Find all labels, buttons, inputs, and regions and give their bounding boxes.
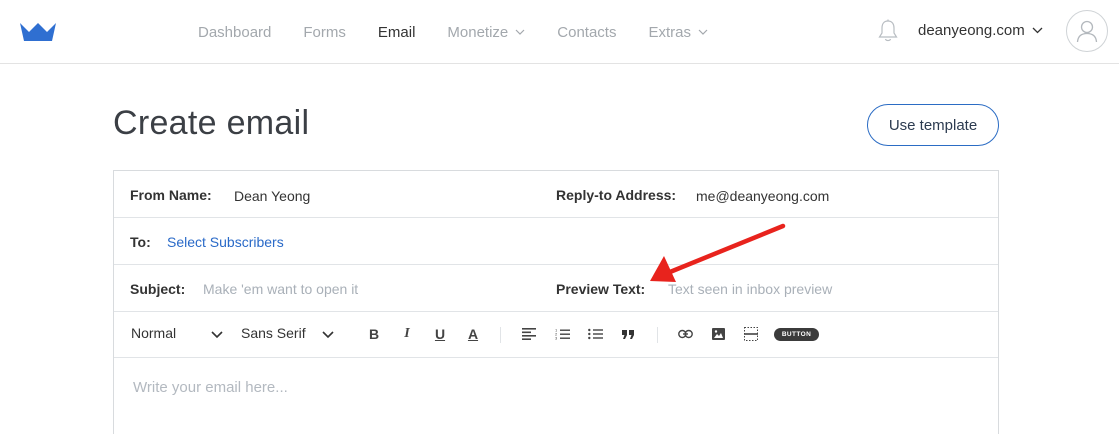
nav-contacts-label: Contacts xyxy=(557,23,617,41)
reply-to-value[interactable]: me@deanyeong.com xyxy=(696,188,829,204)
bold-button[interactable]: B xyxy=(364,324,384,344)
crown-logo-icon[interactable] xyxy=(19,21,57,43)
preview-text-input[interactable] xyxy=(668,279,968,299)
subject-row: Subject: Preview Text: xyxy=(114,265,998,312)
nav-email[interactable]: Email xyxy=(378,24,416,41)
text-color-button[interactable]: A xyxy=(463,324,483,344)
align-left-icon xyxy=(522,328,536,340)
nav-dashboard[interactable]: Dashboard xyxy=(198,24,271,41)
format-select[interactable]: Normal xyxy=(131,325,223,341)
nav-forms-label: Forms xyxy=(303,23,346,41)
sender-row: From Name: Dean Yeong Reply-to Address: … xyxy=(114,171,998,218)
insert-image-button[interactable] xyxy=(708,324,728,344)
chevron-down-icon xyxy=(698,29,708,35)
insert-divider-button[interactable] xyxy=(741,324,761,344)
image-icon xyxy=(711,328,725,340)
to-label: To: xyxy=(130,234,151,250)
nav-extras-label: Extras xyxy=(648,23,691,41)
nav-extras[interactable]: Extras xyxy=(648,24,708,41)
nav-contacts[interactable]: Contacts xyxy=(557,24,616,41)
blockquote-button[interactable] xyxy=(618,324,638,344)
divider-icon xyxy=(744,327,758,341)
email-form-card: From Name: Dean Yeong Reply-to Address: … xyxy=(113,170,999,434)
select-subscribers-link[interactable]: Select Subscribers xyxy=(167,234,284,250)
bell-icon[interactable] xyxy=(877,19,899,43)
account-menu[interactable]: deanyeong.com xyxy=(918,22,1043,39)
format-select-value: Normal xyxy=(131,325,177,341)
font-select[interactable]: Sans Serif xyxy=(241,325,334,341)
from-name-value[interactable]: Dean Yeong xyxy=(234,188,310,204)
link-icon xyxy=(677,329,693,339)
page-title: Create email xyxy=(113,104,310,142)
bullet-list-icon xyxy=(587,328,603,340)
toolbar-divider xyxy=(657,327,658,343)
preview-text-label: Preview Text: xyxy=(556,281,646,297)
reply-to-label: Reply-to Address: xyxy=(556,187,677,203)
top-navigation-bar: Dashboard Forms Email Monetize Contacts … xyxy=(0,0,1119,64)
chevron-down-icon xyxy=(211,331,223,339)
ordered-list-icon: 1 2 3 xyxy=(555,328,570,340)
avatar[interactable] xyxy=(1066,10,1108,52)
chevron-down-icon xyxy=(1032,27,1043,34)
subject-input[interactable] xyxy=(203,279,533,299)
email-body-editor[interactable] xyxy=(114,359,998,434)
use-template-button[interactable]: Use template xyxy=(867,104,999,146)
nav-email-label: Email xyxy=(377,23,416,41)
main-nav: Dashboard Forms Email Monetize Contacts … xyxy=(182,0,724,64)
editor-toolbar: Normal Sans Serif B I U A 1 2 3 BUTTON xyxy=(114,312,998,358)
chevron-down-icon xyxy=(515,29,525,35)
toolbar-divider xyxy=(500,327,501,343)
nav-monetize-label: Monetize xyxy=(447,23,509,41)
ordered-list-button[interactable]: 1 2 3 xyxy=(552,324,572,344)
recipients-row: To: Select Subscribers xyxy=(114,218,998,265)
from-name-label: From Name: xyxy=(130,187,212,203)
quote-icon xyxy=(622,329,634,339)
insert-button-block[interactable]: BUTTON xyxy=(774,328,819,341)
user-avatar-icon xyxy=(1076,20,1098,43)
italic-button[interactable]: I xyxy=(397,324,417,344)
account-name: deanyeong.com xyxy=(918,22,1025,39)
underline-button[interactable]: U xyxy=(430,324,450,344)
nav-monetize[interactable]: Monetize xyxy=(447,24,525,41)
font-select-value: Sans Serif xyxy=(241,325,306,341)
svg-text:3: 3 xyxy=(555,336,558,341)
chevron-down-icon xyxy=(322,331,334,339)
nav-dashboard-label: Dashboard xyxy=(198,23,272,41)
nav-forms[interactable]: Forms xyxy=(303,24,346,41)
insert-link-button[interactable] xyxy=(675,324,695,344)
bullet-list-button[interactable] xyxy=(585,324,605,344)
align-button[interactable] xyxy=(519,324,539,344)
subject-label: Subject: xyxy=(130,281,186,297)
